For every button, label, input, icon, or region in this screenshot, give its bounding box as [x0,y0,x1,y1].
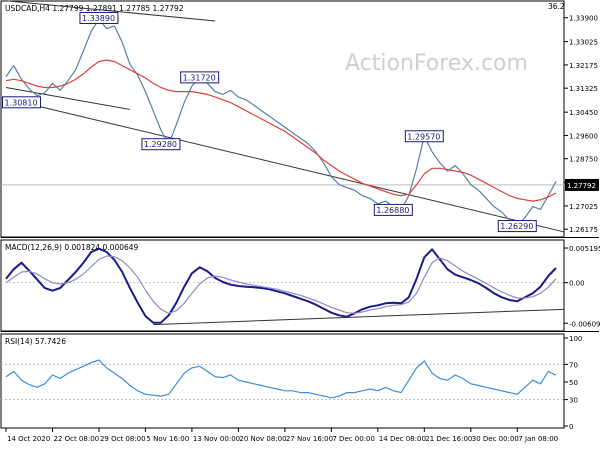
price-panel-frame [0,0,565,238]
series-line-macd [5,247,557,324]
price-annotation: 1.29280 [144,140,177,149]
y-tick-label: 1.31325 [569,85,598,93]
chart: ActionForex.com USDCAD,H4 1.27799 1.2789… [0,0,600,450]
y-tick-label: 1.28750 [569,156,598,164]
series-line-signal [5,255,557,314]
y-tick-label: 0.005195 [569,245,600,253]
macd-layer: 0.005195 0.00 -0.006093 [1,245,600,328]
y-tick-label: 1.33900 [569,15,598,23]
x-tick-label: 13 Nov 00:00 [193,435,240,443]
y-tick-label: 1.30450 [569,109,598,117]
price-annotation: 1.30810 [4,98,37,107]
y-tick-label: 1.27025 [569,203,598,211]
y-tick-label: 70 [569,361,578,369]
y-tick-label: 100 [569,335,582,343]
x-axis: 14 Oct 2020 22 Oct 08:00 29 Oct 08:00 5 Nov… [5,428,558,443]
series-line-rsi [5,359,557,399]
x-tick-label: 7 Dec 00:00 [332,435,375,443]
x-tick-label: 29 Oct 08:00 [100,435,146,443]
price-annotation: 1.29570 [407,132,440,141]
rsi-layer: 100 70 50 30 0 [1,335,582,431]
rsi-panel-frame [0,333,565,429]
series-line-moving-average [5,59,557,202]
y-tick-label: 1.26175 [569,226,598,234]
x-tick-label: 7 Jan 08:00 [518,435,558,443]
y-tick-label: -0.006093 [569,320,600,328]
price-annotation: 1.31720 [183,73,216,82]
y-tick-label: 30 [569,397,578,405]
x-tick-label: 20 Nov 08:00 [239,435,286,443]
chart-svg: ActionForex.com USDCAD,H4 1.27799 1.2789… [0,0,600,443]
y-tick-label: 0 [569,423,573,431]
x-tick-label: 5 Nov 16:00 [146,435,189,443]
y-tick-label: 1.32175 [569,62,598,70]
watermark: ActionForex.com [345,51,528,76]
price-layer: 1.33900 1.33025 1.32175 1.31325 1.30450 1.296… [1,0,599,234]
x-tick-label: 27 Nov 16:00 [286,435,333,443]
price-annotation: 1.33890 [82,14,115,23]
y-tick-label: 1.29600 [569,132,598,140]
price-annotation: 1.26290 [500,222,533,231]
x-tick-label: 22 Oct 08:00 [53,435,99,443]
corner-label: 36.2 [548,2,565,11]
trendline [5,97,564,233]
price-panel-title: USDCAD,H4 1.27799 1.27891 1.27785 1.2779… [5,4,184,13]
y-tick-label: 1.33025 [569,39,598,47]
x-tick-label: 30 Dec 00:00 [472,435,519,443]
price-annotation: 1.26880 [376,206,409,215]
x-tick-label: 21 Dec 16:00 [425,435,472,443]
rsi-panel-title: RSI(14) 57.7426 [5,337,66,346]
macd-panel-title: MACD(12,26,9) 0.001824 0.000649 [5,243,139,252]
x-tick-label: 14 Dec 08:00 [379,435,426,443]
current-price-label: 1.27792 [567,182,596,190]
y-tick-label: 0.00 [569,280,585,288]
macd-panel-frame [0,239,565,332]
x-tick-label: 14 Oct 2020 [7,435,50,443]
y-tick-label: 50 [569,379,578,387]
